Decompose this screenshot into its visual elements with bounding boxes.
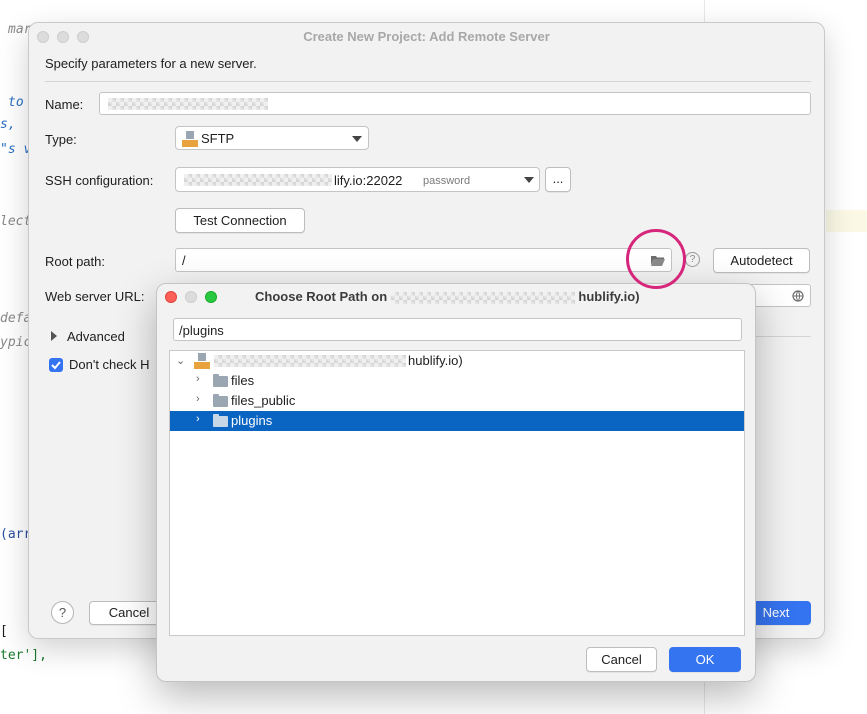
choose-root-path-dialog: Choose Root Path on hublify.io) /plugins…: [156, 283, 756, 682]
name-label: Name:: [45, 97, 84, 112]
cancel-button[interactable]: Cancel: [586, 647, 657, 672]
dont-check-label: Don't check H: [69, 357, 150, 372]
tree-item-plugins[interactable]: › plugins: [170, 411, 744, 431]
highlight-circle-annotation: [626, 229, 686, 289]
tree-root-label: hublify.io): [408, 353, 463, 368]
chevron-right-icon[interactable]: ›: [196, 413, 200, 425]
dialog-title: Create New Project: Add Remote Server: [303, 29, 550, 44]
ssh-config-more-button[interactable]: ...: [545, 167, 571, 192]
code-fragment: lect: [0, 214, 32, 229]
code-fragment: to: [8, 95, 24, 110]
path-input[interactable]: /plugins: [173, 318, 742, 341]
chevron-down-icon: [524, 177, 534, 183]
directory-tree[interactable]: ⌄ hublify.io) › files › files_public › p…: [169, 350, 745, 636]
tree-item-label: plugins: [231, 413, 273, 428]
code-fragment: ter'],: [0, 648, 47, 663]
ssh-auth-type: password: [423, 175, 471, 187]
sub-dialog-title-suffix: hublify.io): [578, 289, 640, 304]
sub-dialog-title: Choose Root Path on hublify.io): [255, 289, 640, 304]
test-connection-button[interactable]: Test Connection: [175, 208, 305, 233]
code-fragment: s,: [0, 117, 24, 132]
advanced-toggle[interactable]: Advanced: [67, 329, 125, 344]
root-path-value: /: [182, 253, 186, 268]
tree-item-label: files_public: [231, 393, 296, 408]
type-label: Type:: [45, 132, 77, 147]
tree-root-row[interactable]: ⌄ hublify.io): [170, 351, 744, 371]
folder-icon: [213, 374, 228, 387]
chevron-right-icon[interactable]: ›: [196, 373, 200, 385]
type-select[interactable]: SFTP: [175, 126, 369, 150]
separator: [45, 81, 811, 82]
dialog-titlebar: Create New Project: Add Remote Server: [29, 23, 824, 51]
code-fragment: [: [0, 624, 8, 639]
maximize-window-button[interactable]: [205, 291, 217, 303]
autodetect-button[interactable]: Autodetect: [713, 248, 810, 273]
name-input[interactable]: [99, 92, 811, 115]
folder-icon: [213, 394, 228, 407]
ssh-config-label: SSH configuration:: [45, 173, 154, 188]
redacted-value: [390, 291, 575, 304]
folder-icon: [213, 414, 228, 427]
path-value: /plugins: [179, 323, 224, 338]
ssh-host-value: lify.io:22022: [334, 173, 403, 188]
sub-dialog-title-prefix: Choose Root Path on: [255, 289, 388, 304]
tree-item-label: files: [231, 373, 255, 388]
checkmark-icon: [51, 361, 61, 370]
root-path-input[interactable]: /: [175, 248, 672, 272]
chevron-right-icon[interactable]: [51, 331, 57, 341]
root-path-label: Root path:: [45, 254, 105, 269]
chevron-right-icon[interactable]: ›: [196, 393, 200, 405]
code-fragment: defa: [0, 311, 32, 326]
close-window-button[interactable]: [165, 291, 177, 303]
type-value: SFTP: [201, 131, 235, 146]
dialog-subtitle: Specify parameters for a new server.: [45, 56, 257, 71]
redacted-value: [214, 355, 406, 367]
help-button[interactable]: ?: [51, 601, 74, 624]
editor-line-highlight: [826, 210, 867, 232]
code-fragment: ypic: [0, 335, 32, 350]
redacted-value: [108, 98, 268, 110]
web-server-url-label: Web server URL:: [45, 289, 145, 304]
tree-item-files[interactable]: › files: [170, 371, 744, 391]
chevron-down-icon: [352, 136, 362, 142]
sftp-icon: [182, 131, 198, 147]
ssh-config-select[interactable]: lify.io:22022 password: [175, 167, 540, 192]
dont-check-checkbox[interactable]: [49, 358, 63, 372]
help-icon[interactable]: ?: [685, 252, 700, 267]
redacted-value: [184, 174, 332, 186]
sftp-icon: [194, 353, 210, 369]
chevron-down-icon[interactable]: ⌄: [176, 354, 185, 367]
ok-button[interactable]: OK: [669, 647, 741, 672]
code-fragment: "s v: [0, 142, 32, 157]
minimize-window-button[interactable]: [185, 291, 197, 303]
tree-item-files-public[interactable]: › files_public: [170, 391, 744, 411]
globe-icon: [792, 290, 804, 302]
code-fragment: (arr: [0, 527, 32, 542]
